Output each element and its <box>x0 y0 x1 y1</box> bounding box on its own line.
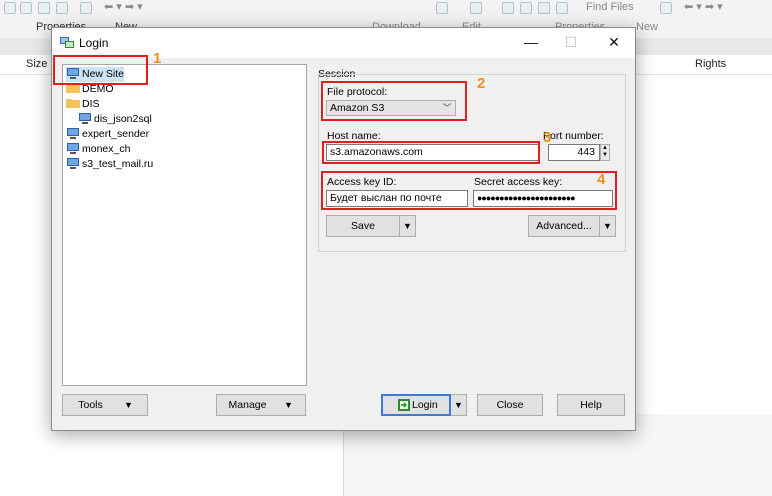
back-forward-icon: ⬅ ▾ ➡ ▾ <box>684 1 723 13</box>
size-column-header[interactable]: Size <box>26 58 47 70</box>
save-dropdown-button[interactable]: ▼ <box>400 215 416 237</box>
tree-icon <box>80 2 92 14</box>
maximize-button[interactable]: ☐ <box>560 33 582 51</box>
tools-button[interactable]: Tools <box>62 394 118 416</box>
background-toolbar-top: ⬅ ▾ ➡ ▾ Find Files ⬅ ▾ ➡ ▾ <box>0 0 772 18</box>
advanced-dropdown-button[interactable]: ▼ <box>600 215 616 237</box>
tree-item-label: dis_json2sql <box>94 113 152 125</box>
toolbar-icon <box>470 2 482 14</box>
home-icon <box>538 2 550 14</box>
login-app-icon <box>60 37 74 48</box>
close-window-button[interactable]: ✕ <box>603 33 625 51</box>
tools-dropdown-button[interactable]: ▼ <box>118 394 148 416</box>
annotation-number-4: 4 <box>597 171 606 188</box>
new-button-right[interactable]: New <box>636 21 658 33</box>
port-spinner[interactable]: ▲ ▼ <box>600 144 610 161</box>
toolbar-icon <box>20 2 32 14</box>
annotation-box-4 <box>321 171 617 210</box>
minimize-button[interactable]: — <box>520 33 542 51</box>
port-number-input[interactable]: 443 <box>548 144 600 161</box>
annotation-box-3 <box>322 141 540 164</box>
tree-item-dis-json2sql[interactable]: dis_json2sql <box>78 112 152 127</box>
refresh-icon <box>556 2 568 14</box>
refresh-icon <box>56 2 68 14</box>
annotation-number-1: 1 <box>153 50 162 67</box>
caret-down-icon: ▼ <box>603 221 612 231</box>
tree-item-expert-sender[interactable]: expert_sender <box>66 127 149 142</box>
tree-item-dis[interactable]: DIS <box>66 97 100 112</box>
back-forward-icon: ⬅ ▾ ➡ ▾ <box>104 1 143 13</box>
toolbar-icon <box>436 2 448 14</box>
annotation-box-1 <box>53 55 148 85</box>
toolbar-icon <box>4 2 16 14</box>
dialog-title: Login <box>79 36 109 50</box>
find-files-link[interactable]: Find Files <box>586 1 634 13</box>
caret-down-icon: ▼ <box>403 221 412 231</box>
site-tree[interactable]: New Site DEMO DIS dis_json2sql expert_se… <box>62 64 307 386</box>
annotation-number-2: 2 <box>477 75 486 92</box>
home-icon <box>38 2 50 14</box>
computer-icon <box>79 113 91 124</box>
login-icon <box>398 399 410 411</box>
port-number-label: Port number: <box>543 130 604 142</box>
tree-icon <box>660 2 672 14</box>
toolbar-icon <box>502 2 514 14</box>
caret-down-icon: ▼ <box>284 400 293 410</box>
dialog-titlebar[interactable]: Login — ☐ ✕ <box>52 28 635 58</box>
annotation-number-3: 3 <box>543 129 552 146</box>
tree-item-label: s3_test_mail.ru <box>82 158 154 170</box>
caret-down-icon: ▼ <box>124 400 133 410</box>
computer-icon <box>67 128 79 139</box>
annotation-box-2 <box>321 81 467 121</box>
rights-column-header[interactable]: Rights <box>695 58 726 70</box>
advanced-button[interactable]: Advanced... <box>528 215 600 237</box>
toolbar-icon <box>520 2 532 14</box>
tree-item-s3-test-mail[interactable]: s3_test_mail.ru <box>66 157 153 172</box>
computer-icon <box>67 143 79 154</box>
tree-item-label: monex_ch <box>82 143 131 155</box>
manage-dropdown-button[interactable]: ▼ <box>278 394 306 416</box>
help-button[interactable]: Help <box>557 394 625 416</box>
caret-down-icon: ▼ <box>454 400 463 410</box>
login-button-label: Login <box>412 399 438 411</box>
login-button[interactable]: Login <box>381 394 451 416</box>
tree-item-label: expert_sender <box>82 128 150 140</box>
save-button[interactable]: Save <box>326 215 400 237</box>
computer-icon <box>67 158 79 169</box>
tree-item-label: DIS <box>82 98 100 110</box>
login-dropdown-button[interactable]: ▼ <box>451 394 467 416</box>
manage-button[interactable]: Manage <box>216 394 278 416</box>
folder-icon <box>66 99 80 108</box>
close-button[interactable]: Close <box>477 394 543 416</box>
tree-item-monex-ch[interactable]: monex_ch <box>66 142 130 157</box>
